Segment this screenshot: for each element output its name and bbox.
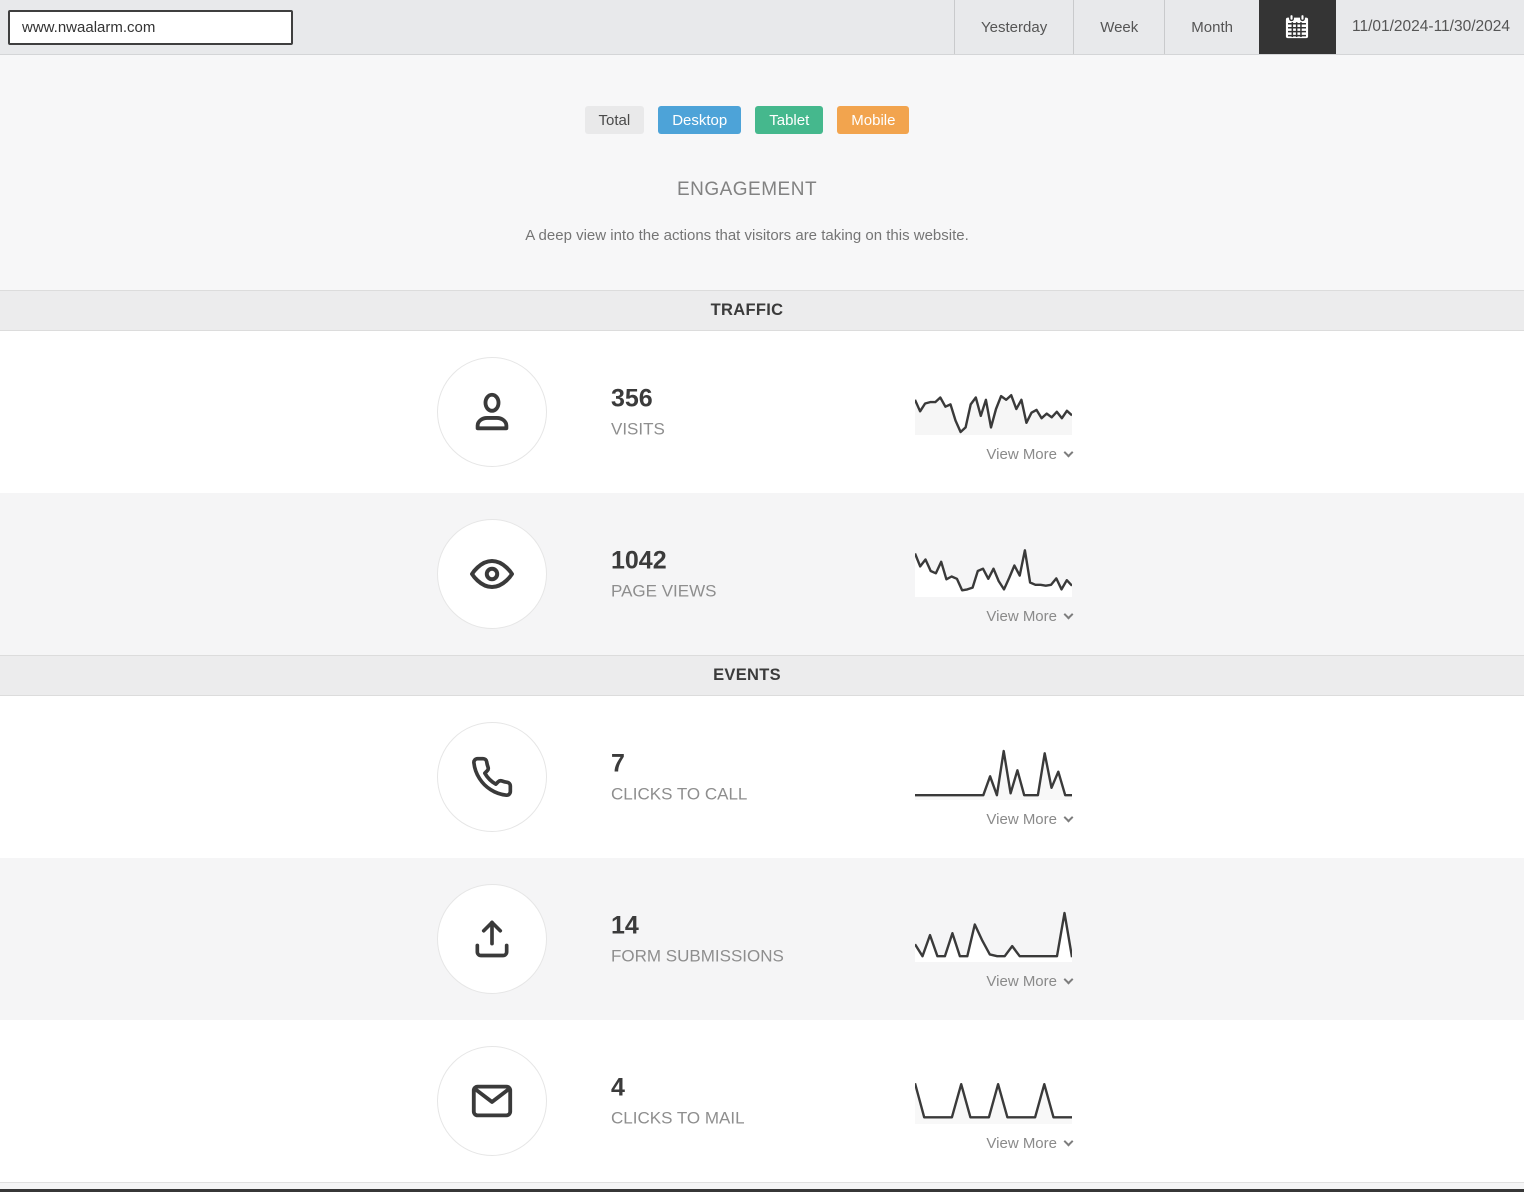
form-submissions-value: 14 — [611, 912, 911, 941]
clicks-to-mail-icon-circle — [437, 1046, 547, 1156]
form-submissions-icon-circle — [437, 884, 547, 994]
view-more-label: View More — [986, 973, 1057, 990]
metric-row-form-submissions: 14 FORM SUBMISSIONS View More — [0, 858, 1524, 1020]
page-views-sparkline — [915, 545, 1072, 597]
clicks-to-mail-spark-area: View More — [915, 1072, 1072, 1152]
section-header-events: EVENTS — [0, 655, 1524, 696]
mail-icon — [469, 1078, 515, 1124]
chevron-down-icon — [1064, 813, 1074, 823]
visits-icon-circle — [437, 357, 547, 467]
range-button-week[interactable]: Week — [1073, 0, 1164, 54]
page-views-view-more-link[interactable]: View More — [915, 608, 1072, 625]
form-submissions-label: FORM SUBMISSIONS — [611, 947, 911, 967]
page-views-icon-circle — [437, 519, 547, 629]
visits-stat: 356 VISITS — [611, 385, 911, 440]
filter-button-tablet[interactable]: Tablet — [755, 106, 823, 134]
filter-button-total[interactable]: Total — [585, 106, 645, 134]
clicks-to-mail-stat: 4 CLICKS TO MAIL — [611, 1074, 911, 1129]
range-button-month[interactable]: Month — [1164, 0, 1259, 54]
form-submissions-sparkline — [915, 910, 1072, 962]
metric-row-page-views: 1042 PAGE VIEWS View More — [0, 493, 1524, 655]
website-url-input[interactable] — [8, 10, 293, 45]
page-views-spark-area: View More — [915, 545, 1072, 625]
clicks-to-call-view-more-link[interactable]: View More — [915, 811, 1072, 828]
top-toolbar: Yesterday Week Month 11/01/2024-11/30/20… — [0, 0, 1524, 55]
page-views-stat: 1042 PAGE VIEWS — [611, 547, 911, 602]
clicks-to-mail-sparkline — [915, 1072, 1072, 1124]
filter-button-desktop[interactable]: Desktop — [658, 106, 741, 134]
visits-view-more-link[interactable]: View More — [915, 446, 1072, 463]
form-submissions-spark-area: View More — [915, 910, 1072, 990]
clicks-to-mail-value: 4 — [611, 1074, 911, 1103]
page-views-label: PAGE VIEWS — [611, 582, 911, 602]
visits-sparkline — [915, 383, 1072, 435]
clicks-to-mail-label: CLICKS TO MAIL — [611, 1109, 911, 1129]
footer-divider — [0, 1182, 1524, 1189]
filter-button-mobile[interactable]: Mobile — [837, 106, 909, 134]
page-views-value: 1042 — [611, 547, 911, 576]
clicks-to-call-stat: 7 CLICKS TO CALL — [611, 750, 911, 805]
visits-spark-area: View More — [915, 383, 1072, 463]
view-more-label: View More — [986, 811, 1057, 828]
page-title: ENGAGEMENT — [0, 179, 1494, 201]
clicks-to-call-spark-area: View More — [915, 748, 1072, 828]
chevron-down-icon — [1064, 1137, 1074, 1147]
chevron-down-icon — [1064, 448, 1074, 458]
toolbar-spacer — [293, 0, 954, 54]
calendar-icon — [1283, 13, 1311, 41]
page-subtitle: A deep view into the actions that visito… — [0, 227, 1494, 244]
calendar-range-button[interactable] — [1259, 0, 1336, 54]
clicks-to-call-sparkline — [915, 748, 1072, 800]
engagement-dashboard: Yesterday Week Month 11/01/2024-11/30/20… — [0, 0, 1524, 1192]
metric-row-clicks-to-call: 7 CLICKS TO CALL View More — [0, 696, 1524, 858]
clicks-to-call-icon-circle — [437, 722, 547, 832]
upload-icon — [470, 917, 514, 961]
clicks-to-call-value: 7 — [611, 750, 911, 779]
form-submissions-stat: 14 FORM SUBMISSIONS — [611, 912, 911, 967]
device-filter-group: Total Desktop Tablet Mobile — [0, 106, 1494, 134]
view-more-label: View More — [986, 1135, 1057, 1152]
range-button-yesterday[interactable]: Yesterday — [954, 0, 1073, 54]
chevron-down-icon — [1064, 975, 1074, 985]
eye-icon — [468, 550, 516, 598]
section-header-traffic: TRAFFIC — [0, 290, 1524, 331]
metric-row-visits: 356 VISITS View More — [0, 331, 1524, 493]
view-more-label: View More — [986, 446, 1057, 463]
user-icon — [469, 389, 515, 435]
clicks-to-call-label: CLICKS TO CALL — [611, 785, 911, 805]
phone-icon — [470, 755, 514, 799]
metric-row-clicks-to-mail: 4 CLICKS TO MAIL View More — [0, 1020, 1524, 1182]
chevron-down-icon — [1064, 610, 1074, 620]
view-more-label: View More — [986, 608, 1057, 625]
clicks-to-mail-view-more-link[interactable]: View More — [915, 1135, 1072, 1152]
visits-value: 356 — [611, 385, 911, 414]
visits-label: VISITS — [611, 420, 911, 440]
date-range-label: 11/01/2024-11/30/2024 — [1336, 0, 1524, 54]
form-submissions-view-more-link[interactable]: View More — [915, 973, 1072, 990]
